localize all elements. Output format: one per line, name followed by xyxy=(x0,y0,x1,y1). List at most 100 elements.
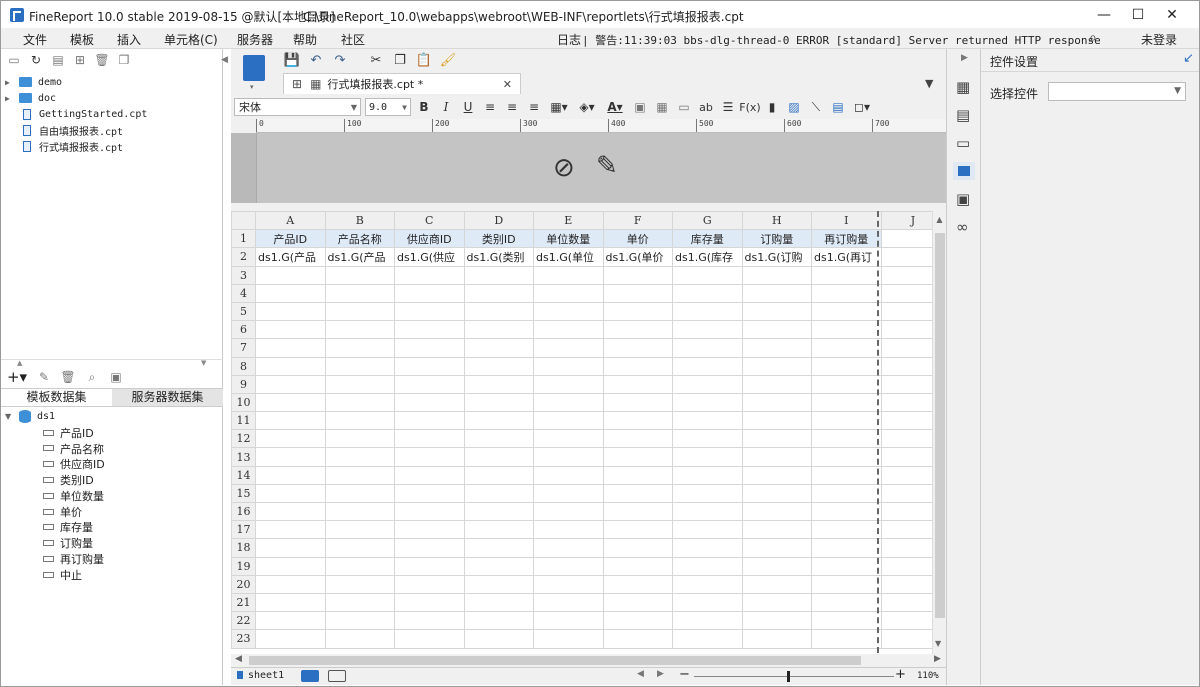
row-header[interactable]: 12 xyxy=(231,429,256,449)
grid-cell[interactable] xyxy=(394,356,465,376)
grid-cell[interactable]: 再订购量 xyxy=(811,229,882,249)
save-icon[interactable]: 💾 xyxy=(283,51,301,69)
grid-cell[interactable] xyxy=(672,338,743,358)
grid-cell[interactable] xyxy=(672,447,743,467)
grid-cell[interactable] xyxy=(463,374,534,394)
grid-cell[interactable] xyxy=(533,338,604,358)
preview-dataset-icon[interactable]: ⌕ xyxy=(85,370,99,384)
tab-list-icon[interactable]: ▼ xyxy=(925,77,933,90)
grid-cell[interactable]: ds1.G(单价 xyxy=(602,247,673,267)
grid-cell[interactable] xyxy=(255,538,326,558)
grid-cell[interactable] xyxy=(672,374,743,394)
grid-cell[interactable]: ds1.G(库存 xyxy=(672,247,743,267)
column-header[interactable]: C xyxy=(394,210,465,231)
grid-cell[interactable] xyxy=(533,520,604,540)
column-header[interactable]: G xyxy=(672,210,743,231)
align-left-icon[interactable]: ≡ xyxy=(481,98,499,116)
grid-cell[interactable] xyxy=(324,501,395,522)
format-painter-icon[interactable]: 🖌 xyxy=(439,51,457,69)
grid-cell[interactable] xyxy=(741,592,812,613)
grid-cell[interactable] xyxy=(463,520,534,540)
grid-cell[interactable] xyxy=(602,483,673,504)
cut-icon[interactable]: ✂ xyxy=(367,51,385,69)
add-dashboard-sheet-icon[interactable] xyxy=(328,670,346,682)
grid-cell[interactable]: ds1.G(类别 xyxy=(463,247,534,267)
grid-cell[interactable] xyxy=(533,465,604,485)
hide-eye-icon[interactable]: ⊘ xyxy=(553,153,575,183)
grid-cell[interactable] xyxy=(463,592,534,613)
grid-cell[interactable] xyxy=(811,320,882,340)
copy-icon[interactable]: ❐ xyxy=(117,53,131,67)
grid-cell[interactable] xyxy=(672,411,743,431)
expand-icon[interactable]: ▶ xyxy=(5,94,15,103)
search-icon[interactable]: ⌕ xyxy=(1089,30,1097,46)
close-button[interactable]: ✕ xyxy=(1149,1,1195,29)
text-field-icon[interactable]: ▭ xyxy=(675,98,693,116)
prev-sheet-icon[interactable]: ◀ xyxy=(637,669,644,679)
align-right-icon[interactable]: ≡ xyxy=(525,98,543,116)
underline-icon[interactable]: U xyxy=(459,98,477,116)
dataset-field[interactable]: 中止 xyxy=(5,567,105,583)
add-dataset-icon[interactable]: +▾ xyxy=(7,368,27,386)
grid-cell[interactable] xyxy=(672,538,743,558)
grid-cell[interactable] xyxy=(811,429,882,449)
scroll-up-icon[interactable]: ▲ xyxy=(933,215,946,224)
grid-cell[interactable] xyxy=(811,520,882,540)
grid-cell[interactable] xyxy=(672,483,743,504)
row-header[interactable]: 11 xyxy=(231,411,256,431)
grid-cell[interactable] xyxy=(811,611,882,631)
row-header[interactable]: 2 xyxy=(231,247,256,267)
select-widget-dropdown[interactable]: ▼ xyxy=(1048,82,1186,101)
grid-cell[interactable] xyxy=(533,501,604,522)
tab-server-dataset[interactable]: 服务器数据集 xyxy=(112,389,223,406)
column-header[interactable]: A xyxy=(255,210,326,231)
row-header[interactable]: 16 xyxy=(231,501,256,522)
grid-cell[interactable] xyxy=(255,611,326,631)
grid-cell[interactable] xyxy=(255,629,326,649)
grid-cell[interactable] xyxy=(602,556,673,576)
grid-cell[interactable] xyxy=(394,338,465,358)
row-header[interactable]: 8 xyxy=(231,356,256,376)
grid-cell[interactable] xyxy=(602,611,673,631)
redo-icon[interactable]: ↷ xyxy=(331,51,349,69)
menu-help[interactable]: 帮助 xyxy=(293,31,317,48)
menu-file[interactable]: 文件 xyxy=(23,31,47,48)
cell-element-icon[interactable]: ▦ xyxy=(956,78,970,96)
grid-cell[interactable] xyxy=(811,338,882,358)
font-family-select[interactable]: 宋体 ▼ xyxy=(234,98,361,116)
grid-cell[interactable] xyxy=(741,374,812,394)
grid-cell[interactable] xyxy=(811,265,882,285)
tree-item-demo[interactable]: ▶ demo xyxy=(5,74,219,90)
grid-cell[interactable] xyxy=(324,483,395,504)
edit-pencil-icon[interactable]: ✎ xyxy=(596,151,618,181)
grid-cell[interactable] xyxy=(741,520,812,540)
grid-cell[interactable] xyxy=(324,465,395,485)
grid-cell[interactable] xyxy=(602,501,673,522)
row-header[interactable]: 4 xyxy=(231,283,256,303)
grid-cell[interactable] xyxy=(463,265,534,285)
tree-item-row-fill[interactable]: 行式填报报表.cpt xyxy=(5,138,219,154)
locate-icon[interactable]: ⊞ xyxy=(73,53,87,67)
grid-cell[interactable] xyxy=(463,356,534,376)
grid-cell[interactable] xyxy=(463,411,534,431)
grid-cell[interactable]: ds1.G(供应 xyxy=(394,247,465,267)
grid-cell[interactable] xyxy=(394,538,465,558)
grid-cell[interactable] xyxy=(255,592,326,613)
zoom-level[interactable]: 110% xyxy=(917,671,939,681)
grid-cell[interactable] xyxy=(672,556,743,576)
grid-cell[interactable] xyxy=(811,574,882,594)
grid-cell[interactable] xyxy=(741,483,812,504)
grid-cell[interactable] xyxy=(672,592,743,613)
template-type-dropdown-icon[interactable]: ▾ xyxy=(250,83,254,91)
grid-cell[interactable] xyxy=(255,447,326,467)
scroll-right-icon[interactable]: ▶ xyxy=(934,654,941,664)
grid-cell[interactable] xyxy=(811,501,882,522)
grid-cell[interactable] xyxy=(602,265,673,285)
grid-cell[interactable] xyxy=(741,320,812,340)
row-header[interactable]: 23 xyxy=(231,629,256,649)
grid-cell[interactable] xyxy=(602,520,673,540)
grid-cell[interactable] xyxy=(394,392,465,413)
grid-cell[interactable] xyxy=(324,338,395,358)
grid-cell[interactable] xyxy=(255,574,326,594)
grid-cell[interactable] xyxy=(602,301,673,322)
